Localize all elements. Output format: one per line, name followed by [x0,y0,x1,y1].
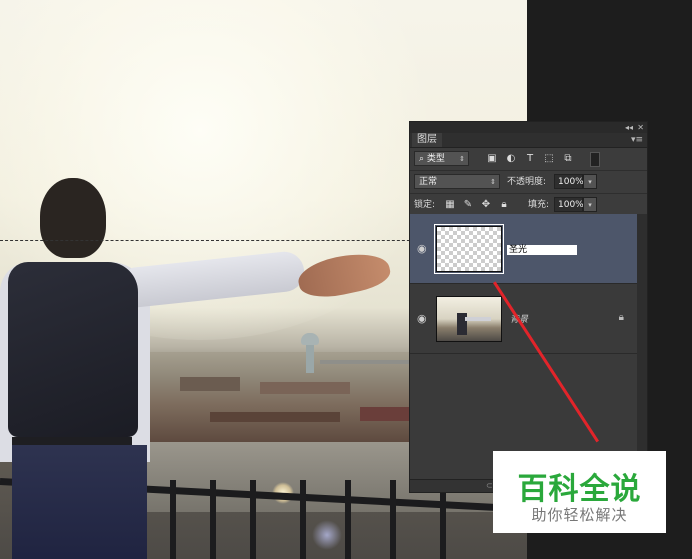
man-pants [12,445,147,559]
filter-toggle[interactable] [590,152,600,167]
layer-name-input[interactable]: 圣光 [507,245,577,255]
watermark: 百科全说 助你轻松解决 [493,451,666,533]
filter-kind-value: 类型 [426,154,445,164]
watermark-subtitle: 助你轻松解决 [531,506,628,524]
fill-field[interactable]: 100% [554,197,584,212]
text-filter-icon[interactable]: T [524,152,536,165]
smartobject-filter-icon[interactable]: ⧉ [562,152,574,165]
fill-label: 填充: [528,200,550,210]
layers-scrollbar[interactable] [637,214,647,482]
search-icon: ⌕ [419,154,427,164]
opacity-slider-toggle[interactable]: ▾ [583,174,597,189]
lock-brush-icon[interactable]: ✎ [462,198,474,211]
panel-tabbar: 图层 ▾≡ [410,133,647,148]
man-head [40,178,106,258]
chevron-updown-icon: ⇕ [490,178,496,186]
lock-icon: 🔒︎ [618,312,624,323]
lock-transparent-icon[interactable]: ▦ [444,198,456,211]
blend-mode-dropdown[interactable]: 正常 ⇕ [414,174,500,189]
lens-flare-2 [312,520,342,550]
panel-menu-icon[interactable]: ▾≡ [631,134,643,146]
lock-label: 锁定: [414,200,436,210]
opacity-label: 不透明度: [507,177,547,187]
shape-filter-icon[interactable]: ⬚ [543,152,555,165]
opacity-field[interactable]: 100% [554,174,584,189]
water-tower [301,333,319,373]
image-filter-icon[interactable]: ▣ [486,152,498,165]
layer-row[interactable]: ◉ 背景 🔒︎ [410,284,638,354]
blend-row: 正常 ⇕ 不透明度: 100% ▾ [410,171,647,194]
layer-row[interactable]: ◉ 圣光 [410,214,638,284]
panel-titlebar[interactable]: ◂◂ ✕ [410,122,647,133]
chevron-updown-icon: ⇕ [459,155,465,163]
man-vest [8,262,138,437]
layer-thumbnail [436,296,502,342]
layers-list: ◉ 圣光 ◉ 背景 🔒︎ [410,214,638,482]
adjustment-filter-icon[interactable]: ◐ [505,152,517,165]
lock-move-icon[interactable]: ✥ [480,198,492,211]
selection-marquee [0,240,430,241]
eye-icon[interactable]: ◉ [417,312,427,325]
fill-slider-toggle[interactable]: ▾ [583,197,597,212]
close-icon[interactable]: ✕ [637,122,644,133]
double-arrow-icon[interactable]: ◂◂ [625,122,633,133]
tab-layers[interactable]: 图层 [412,133,442,147]
filter-kind-dropdown[interactable]: ⌕ 类型 ⇕ [414,151,469,166]
blend-mode-value: 正常 [419,177,438,187]
eye-icon[interactable]: ◉ [417,242,427,255]
filter-row: ⌕ 类型 ⇕ ▣ ◐ T ⬚ ⧉ [410,148,647,171]
watermark-title: 百科全说 [517,472,642,507]
layer-thumbnail [436,226,502,272]
lock-all-icon[interactable]: 🔒︎ [498,198,510,211]
layers-panel: ◂◂ ✕ 图层 ▾≡ ⌕ 类型 ⇕ ▣ ◐ T ⬚ ⧉ 正常 ⇕ 不透明度: 1… [409,121,648,493]
